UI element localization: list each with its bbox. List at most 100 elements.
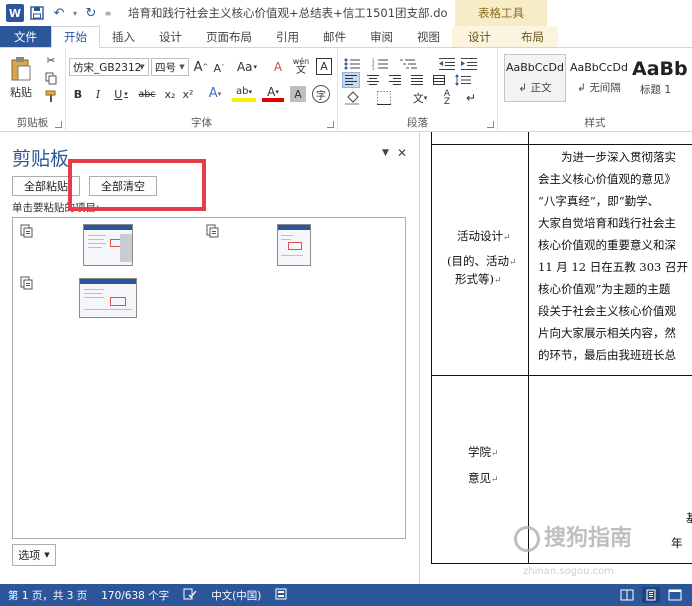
font-name-dropdown-icon: ▼	[139, 63, 145, 71]
language-indicator[interactable]: 中文(中国)	[211, 588, 261, 603]
align-center-icon[interactable]	[364, 72, 382, 88]
paste-button[interactable]: 粘贴	[6, 52, 36, 104]
tab-table-layout[interactable]: 布局	[507, 26, 558, 47]
style-no-spacing[interactable]: AaBbCcDd ↲ 无间隔	[568, 54, 630, 102]
underline-button[interactable]: U ▾	[110, 86, 132, 102]
body-line: 大家自觉培育和践行社会主	[538, 216, 676, 230]
tab-home[interactable]: 开始	[51, 26, 100, 48]
style-normal[interactable]: AaBbCcDd ↲ 正文	[504, 54, 566, 102]
word-count[interactable]: 170/638 个字	[101, 588, 169, 603]
proofing-icon[interactable]	[183, 588, 197, 603]
superscript-button[interactable]: x²	[180, 86, 196, 102]
font-name-select[interactable]: 仿宋_GB2312 ▼	[69, 58, 149, 76]
text-effects-button[interactable]: A ▾	[204, 85, 226, 102]
paragraph-launcher-icon[interactable]	[487, 121, 494, 128]
numbering-icon[interactable]: 123	[370, 56, 394, 72]
clipboard-items-list[interactable]	[12, 217, 406, 539]
undo-dropdown-icon[interactable]: ▾	[70, 2, 80, 24]
ribbon: 粘贴 ✂ 剪贴板 仿宋_GB2312 ▼ 四号 ▼ A ^ Aˇ Aa ▾ A wé…	[0, 48, 692, 132]
font-launcher-icon[interactable]	[327, 121, 334, 128]
macro-record-icon[interactable]	[275, 588, 287, 603]
body-line: 片向大家展示相关内容，然	[538, 326, 676, 340]
pane-options-icon[interactable]: ▼	[382, 148, 389, 158]
options-button[interactable]: 选项 ▼	[12, 544, 56, 566]
clear-formatting-button[interactable]: A	[270, 59, 286, 75]
tab-view[interactable]: 视图	[405, 26, 452, 47]
line-spacing-icon[interactable]	[452, 72, 476, 88]
tab-file[interactable]: 文件	[0, 26, 51, 47]
multilevel-list-icon[interactable]	[398, 56, 424, 72]
sort-icon[interactable]: AZ	[438, 90, 456, 107]
tab-review[interactable]: 审阅	[358, 26, 405, 47]
change-case-button[interactable]: Aa ▾	[236, 59, 258, 75]
distributed-icon[interactable]	[430, 72, 448, 88]
tab-page-layout[interactable]: 页面布局	[194, 26, 264, 47]
style-heading-1-preview: AaBb	[632, 57, 688, 80]
align-right-icon[interactable]	[386, 72, 404, 88]
style-no-spacing-preview: AaBbCcDd	[570, 61, 628, 74]
copy-icon[interactable]	[42, 70, 60, 86]
show-marks-icon[interactable]: ↵	[462, 90, 480, 106]
font-color-button[interactable]: A ▾	[262, 85, 284, 102]
print-layout-icon[interactable]	[642, 587, 660, 603]
table-border-bottom	[431, 563, 692, 564]
borders-icon[interactable]	[372, 90, 396, 106]
justify-icon[interactable]	[408, 72, 426, 88]
clipboard-launcher-icon[interactable]	[55, 121, 62, 128]
font-size-select[interactable]: 四号 ▼	[151, 58, 189, 76]
paste-icon	[11, 57, 31, 81]
customize-qat-icon[interactable]: ≡	[102, 2, 114, 24]
year-char: 年	[671, 536, 683, 550]
character-shading-button[interactable]: A	[290, 86, 306, 102]
activity-label-line-3: 形式等)↵	[455, 272, 502, 286]
format-painter-icon[interactable]	[42, 88, 60, 104]
strikethrough-button[interactable]: abc	[136, 86, 158, 102]
clipboard-item-thumbnail[interactable]	[277, 224, 311, 266]
tab-references[interactable]: 引用	[264, 26, 311, 47]
bullets-icon[interactable]	[342, 56, 366, 72]
cut-icon[interactable]: ✂	[42, 52, 60, 68]
activity-label-line-1: 活动设计↵	[457, 229, 511, 243]
chinese-layout-icon[interactable]: 文 ▾	[408, 90, 432, 106]
body-line: 11 月 12 日在五教 303 召开	[538, 260, 688, 274]
bold-button[interactable]: B	[70, 86, 86, 102]
increase-indent-icon[interactable]	[460, 56, 478, 72]
redo-icon[interactable]: ↻	[80, 2, 102, 24]
table-tools-label: 表格工具	[455, 0, 547, 26]
save-icon[interactable]	[26, 2, 48, 24]
character-border-button[interactable]: A	[316, 58, 332, 75]
subscript-button[interactable]: x₂	[162, 86, 178, 102]
enclose-characters-button[interactable]: 字	[312, 85, 330, 103]
italic-button[interactable]: I	[90, 86, 106, 102]
svg-text:3: 3	[372, 66, 375, 70]
tab-insert[interactable]: 插入	[100, 26, 147, 47]
tab-design[interactable]: 设计	[147, 26, 194, 47]
activity-label-line-2: (目的、活动↵	[447, 254, 517, 268]
highlight-button[interactable]: ab ▾	[232, 85, 256, 102]
read-mode-icon[interactable]	[618, 587, 636, 603]
page-count[interactable]: 第 1 页，共 3 页	[8, 588, 87, 603]
styles-group-label: 样式	[584, 117, 606, 129]
body-line: 为进一步深入贯彻落实	[538, 150, 676, 164]
clipboard-item-thumbnail[interactable]	[79, 278, 137, 318]
shrink-font-button[interactable]: Aˇ	[211, 60, 227, 76]
table-border-top	[431, 144, 692, 145]
undo-icon[interactable]: ↶	[48, 2, 70, 24]
web-layout-icon[interactable]	[666, 587, 684, 603]
title-bar: W ↶ ▾ ↻ ≡ 培育和践行社会主义核心价值观+总结表+信工1501团支部.d…	[0, 0, 692, 26]
phonetic-guide-button[interactable]: wén 文	[292, 56, 310, 76]
word-app-icon[interactable]: W	[4, 2, 26, 24]
table-border-middle	[528, 132, 529, 564]
body-line: 核心价值观”为主题的主题	[538, 282, 671, 296]
style-heading-1[interactable]: AaBb 标题 1	[632, 54, 692, 102]
paragraph-group: 123 文 ▾ A Z ↵ 段落	[338, 48, 498, 132]
shading-icon[interactable]	[342, 90, 366, 106]
tab-table-design[interactable]: 设计	[452, 26, 507, 47]
decrease-indent-icon[interactable]	[438, 56, 456, 72]
pane-close-icon[interactable]: ✕	[397, 146, 407, 160]
grow-font-button[interactable]: A ^	[193, 59, 209, 75]
align-left-icon[interactable]	[342, 72, 360, 88]
clipboard-item-thumbnail[interactable]	[83, 224, 133, 266]
document-canvas[interactable]: 活动设计↵ (目的、活动↵ 形式等)↵ 为进一步深入贯彻落实 会主义核心价值观的…	[421, 132, 692, 584]
tab-mailings[interactable]: 邮件	[311, 26, 358, 47]
